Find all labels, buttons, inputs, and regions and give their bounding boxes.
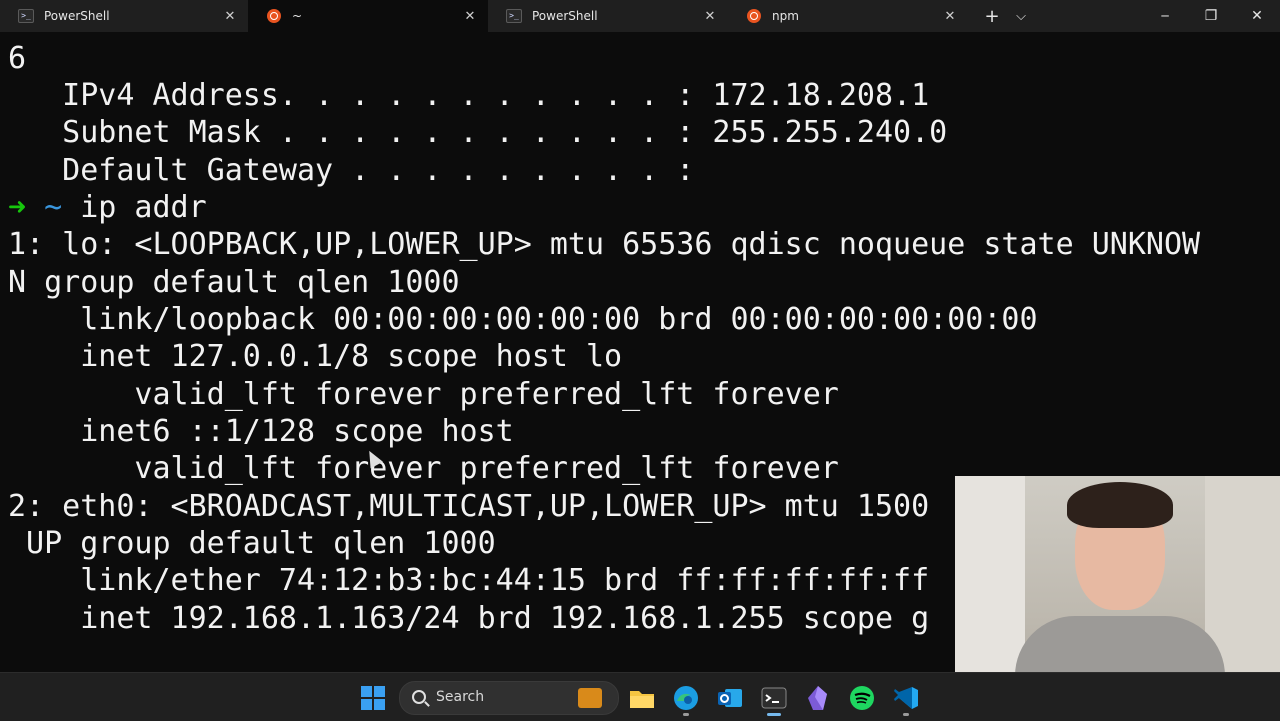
taskbar-search[interactable]: Search bbox=[399, 681, 619, 715]
terminal-line: link/ether 74:12:b3:bc:44:15 brd ff:ff:f… bbox=[8, 563, 930, 598]
tab-label: PowerShell bbox=[44, 9, 110, 23]
close-tab-icon[interactable]: ✕ bbox=[220, 9, 240, 24]
prompt-arrow-icon: ➜ bbox=[8, 190, 27, 225]
tab-npm[interactable]: npm ✕ bbox=[728, 0, 968, 32]
tab-dropdown-button[interactable]: ⌵ bbox=[1008, 0, 1034, 32]
terminal-line: 6 bbox=[8, 41, 27, 76]
search-icon bbox=[412, 690, 426, 704]
terminal-line: N group default qlen 1000 bbox=[8, 265, 460, 300]
terminal-line: 1: lo: <LOOPBACK,UP,LOWER_UP> mtu 65536 … bbox=[8, 227, 1201, 262]
tab-ubuntu-home[interactable]: ~ ✕ bbox=[248, 0, 488, 32]
tab-label: ~ bbox=[292, 9, 303, 23]
tab-bar: >_ PowerShell ✕ ~ ✕ >_ PowerShell ✕ npm … bbox=[0, 0, 1280, 32]
running-indicator-active bbox=[767, 713, 781, 716]
prompt-command: ip addr bbox=[62, 190, 207, 225]
running-indicator bbox=[903, 713, 909, 716]
powershell-icon: >_ bbox=[18, 8, 34, 24]
terminal-line: inet 127.0.0.1/8 scope host lo bbox=[8, 339, 623, 374]
edge-icon[interactable] bbox=[673, 685, 699, 711]
terminal-line: valid_lft forever preferred_lft forever bbox=[8, 377, 839, 412]
tab-label: npm bbox=[772, 9, 799, 23]
terminal-line: Default Gateway . . . . . . . . . : bbox=[8, 153, 695, 188]
ubuntu-icon bbox=[266, 8, 282, 24]
briefcase-icon bbox=[578, 688, 602, 708]
prompt-directory: ~ bbox=[44, 190, 63, 225]
terminal-line: inet6 ::1/128 scope host bbox=[8, 414, 514, 449]
running-indicator bbox=[683, 713, 689, 716]
minimize-button[interactable]: ─ bbox=[1142, 0, 1188, 32]
terminal-icon[interactable] bbox=[761, 685, 787, 711]
tab-label: PowerShell bbox=[532, 9, 598, 23]
outlook-icon[interactable] bbox=[717, 685, 743, 711]
taskbar: Search bbox=[0, 672, 1280, 721]
close-tab-icon[interactable]: ✕ bbox=[460, 9, 480, 24]
terminal-line: IPv4 Address. . . . . . . . . . . : 172.… bbox=[8, 78, 930, 113]
terminal-line: link/loopback 00:00:00:00:00:00 brd 00:0… bbox=[8, 302, 1038, 337]
terminal-line: 2: eth0: <BROADCAST,MULTICAST,UP,LOWER_U… bbox=[8, 489, 930, 524]
window-close-button[interactable]: ✕ bbox=[1234, 0, 1280, 32]
obsidian-icon[interactable] bbox=[805, 685, 831, 711]
file-explorer-icon[interactable] bbox=[629, 685, 655, 711]
tab-powershell-2[interactable]: >_ PowerShell ✕ bbox=[488, 0, 728, 32]
new-tab-button[interactable]: + bbox=[978, 0, 1006, 32]
close-tab-icon[interactable]: ✕ bbox=[940, 9, 960, 24]
terminal-line: UP group default qlen 1000 bbox=[8, 526, 496, 561]
ubuntu-icon bbox=[746, 8, 762, 24]
vscode-icon[interactable] bbox=[893, 685, 919, 711]
spotify-icon[interactable] bbox=[849, 685, 875, 711]
close-tab-icon[interactable]: ✕ bbox=[700, 9, 720, 24]
search-label: Search bbox=[436, 689, 485, 705]
prompt-line: ➜ ~ ip addr bbox=[8, 189, 207, 226]
restore-button[interactable]: ❐ bbox=[1188, 0, 1234, 32]
terminal-line: inet 192.168.1.163/24 brd 192.168.1.255 … bbox=[8, 601, 930, 636]
tab-powershell-1[interactable]: >_ PowerShell ✕ bbox=[0, 0, 248, 32]
start-icon[interactable] bbox=[360, 685, 386, 711]
person-hair bbox=[1067, 482, 1173, 528]
terminal-line: valid_lft forever preferred_lft forever bbox=[8, 451, 839, 486]
terminal-line: Subnet Mask . . . . . . . . . . . : 255.… bbox=[8, 115, 948, 150]
powershell-icon: >_ bbox=[506, 8, 522, 24]
